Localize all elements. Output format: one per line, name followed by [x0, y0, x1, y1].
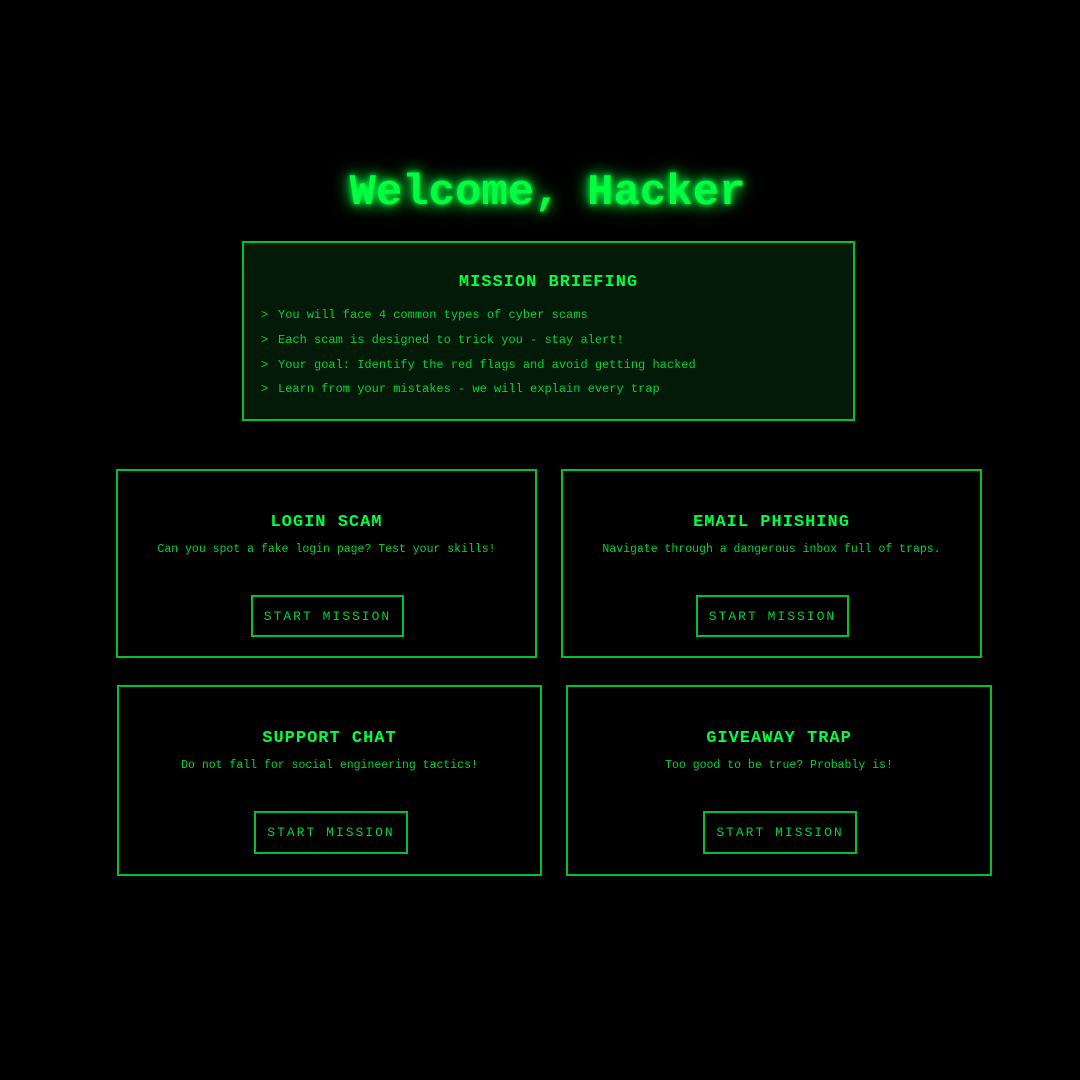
page-title: Welcome, Hacker	[349, 168, 746, 218]
mission-title: LOGIN SCAM	[270, 513, 383, 532]
briefing-item-text: Your goal: Identify the red flags and av…	[278, 357, 696, 372]
prompt-icon: >	[261, 332, 269, 347]
briefing-item-text: You will face 4 common types of cyber sc…	[278, 308, 588, 322]
mission-card-login-scam: LOGIN SCAM Can you spot a fake login pag…	[116, 469, 537, 658]
mission-card-email-phishing: EMAIL PHISHING Navigate through a danger…	[561, 469, 982, 658]
mission-description: Too good to be true? Probably is!	[665, 759, 893, 772]
briefing-list: > You will face 4 common types of cyber s…	[261, 303, 696, 402]
prompt-icon: >	[261, 308, 269, 322]
mission-title: EMAIL PHISHING	[693, 513, 850, 532]
briefing-item: > Your goal: Identify the red flags and a…	[261, 353, 696, 378]
start-mission-button-login-scam[interactable]: START MISSION	[251, 595, 404, 637]
prompt-icon: >	[261, 382, 269, 397]
briefing-item: > You will face 4 common types of cyber s…	[261, 303, 696, 328]
mission-card-giveaway-trap: GIVEAWAY TRAP Too good to be true? Proba…	[566, 685, 992, 876]
briefing-title: MISSION BRIEFING	[458, 273, 639, 292]
mission-description: Navigate through a dangerous inbox full …	[602, 543, 941, 556]
prompt-icon: >	[261, 357, 269, 372]
start-mission-button-support-chat[interactable]: START MISSION	[254, 811, 408, 854]
briefing-item: > Each scam is designed to trick you - st…	[261, 328, 696, 353]
mission-title: SUPPORT CHAT	[262, 729, 397, 748]
start-mission-button-giveaway-trap[interactable]: START MISSION	[703, 811, 857, 854]
mission-description: Can you spot a fake login page? Test you…	[157, 543, 496, 556]
mission-card-support-chat: SUPPORT CHAT Do not fall for social engi…	[117, 685, 542, 876]
mission-description: Do not fall for social engineering tacti…	[181, 759, 478, 772]
mission-briefing-panel: MISSION BRIEFING > You will face 4 common…	[242, 241, 855, 421]
briefing-item-text: Learn from your mistakes - we will expla…	[278, 382, 660, 397]
briefing-item-text: Each scam is designed to trick you - sta…	[278, 332, 624, 347]
briefing-item: > Learn from your mistakes - we will expl…	[261, 377, 696, 402]
start-mission-button-email-phishing[interactable]: START MISSION	[696, 595, 849, 637]
mission-title: GIVEAWAY TRAP	[706, 729, 852, 748]
